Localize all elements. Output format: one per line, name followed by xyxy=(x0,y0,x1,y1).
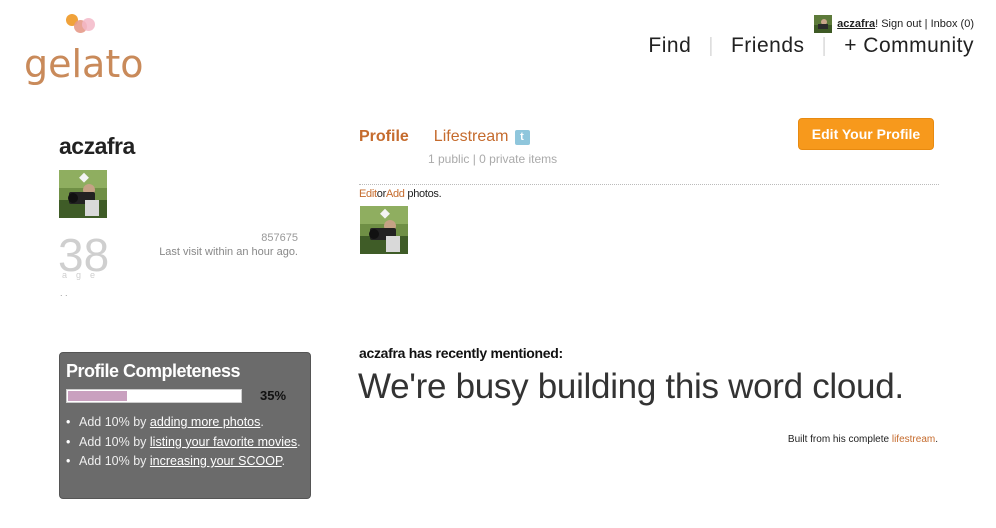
list-item: Add 10% by listing your favorite movies. xyxy=(66,433,304,453)
tip-suffix: . xyxy=(260,415,264,429)
profile-avatar[interactable] xyxy=(59,170,107,218)
built-suffix: . xyxy=(935,434,938,445)
lifestream-link[interactable]: lifestream xyxy=(892,434,935,445)
lifestream-counts: 1 public | 0 private items xyxy=(428,152,558,166)
tip-prefix: Add 10% by xyxy=(79,454,150,468)
add-photos-link[interactable]: adding more photos xyxy=(150,415,261,429)
nav-community[interactable]: + Community xyxy=(844,34,974,58)
gelato-logo[interactable]: gelato xyxy=(24,14,154,88)
list-item: Add 10% by increasing your SCOOP. xyxy=(66,452,304,472)
tab-lifestream-label: Lifestream xyxy=(433,128,509,145)
age-label: age xyxy=(62,270,105,280)
logo-dots-icon xyxy=(66,14,106,36)
list-item: Add 10% by adding more photos. xyxy=(66,413,304,433)
tip-suffix: . xyxy=(281,454,286,468)
profile-tabs: Profile Lifestream t xyxy=(359,128,530,146)
edit-profile-button[interactable]: Edit Your Profile xyxy=(798,118,934,150)
logo-wordmark: gelato xyxy=(24,42,144,86)
photo-actions: EditorAdd photos. xyxy=(359,188,442,200)
add-photos-link[interactable]: Add xyxy=(386,188,405,200)
profile-completeness-panel: Profile Completeness 35% Add 10% by addi… xyxy=(59,352,311,499)
visit-count: 857675 xyxy=(261,232,298,244)
sign-out-link[interactable]: Sign out xyxy=(881,18,921,30)
tip-prefix: Add 10% by xyxy=(79,434,150,449)
tab-profile[interactable]: Profile xyxy=(359,128,409,146)
mentions-heading: aczafra has recently mentioned: xyxy=(359,345,563,361)
completeness-progress-bar xyxy=(66,388,242,403)
tab-lifestream[interactable]: Lifestream t xyxy=(434,128,530,146)
nav-friends[interactable]: Friends xyxy=(731,34,805,58)
tip-prefix: Add 10% by xyxy=(79,415,150,429)
favorite-movies-link[interactable]: listing your favorite movies xyxy=(150,435,297,449)
word-cloud-placeholder: We're busy building this word cloud. xyxy=(358,367,904,406)
increase-scoop-link[interactable]: increasing your SCOOP xyxy=(150,454,282,468)
photo-suffix: photos. xyxy=(407,188,442,200)
completeness-percent: 35% xyxy=(260,388,287,403)
twitter-icon[interactable]: t xyxy=(514,129,530,145)
divider xyxy=(359,184,939,185)
inbox-link[interactable]: Inbox (0) xyxy=(931,18,974,30)
visit-info: 857675 Last visit within an hour ago. xyxy=(142,232,298,258)
profile-completeness-title: Profile Completeness xyxy=(66,361,241,381)
nav-separator: | xyxy=(708,34,714,57)
nav-separator: | xyxy=(821,34,828,57)
completeness-progress-fill xyxy=(68,390,127,401)
main-nav: Find | Friends | + Community xyxy=(648,34,974,58)
built-prefix: Built from his complete xyxy=(787,434,892,445)
last-visit: Last visit within an hour ago. xyxy=(159,246,298,258)
account-bar: aczafra ! Sign out | Inbox (0) xyxy=(814,15,974,33)
tip-suffix: . xyxy=(297,434,301,449)
photo-or: or xyxy=(376,188,386,200)
nav-find[interactable]: Find xyxy=(648,34,691,58)
profile-photo-thumbnail[interactable] xyxy=(360,206,408,254)
completeness-tips: Add 10% by adding more photos. Add 10% b… xyxy=(66,413,304,472)
user-avatar-small[interactable] xyxy=(814,15,833,33)
profile-dots: . . xyxy=(60,288,68,298)
account-separator: | xyxy=(921,18,931,30)
edit-photos-link[interactable]: Edit xyxy=(359,188,377,200)
account-username-link[interactable]: aczafra xyxy=(837,18,875,30)
built-from-note: Built from his complete lifestream. xyxy=(788,434,938,445)
profile-username: aczafra xyxy=(59,133,135,159)
